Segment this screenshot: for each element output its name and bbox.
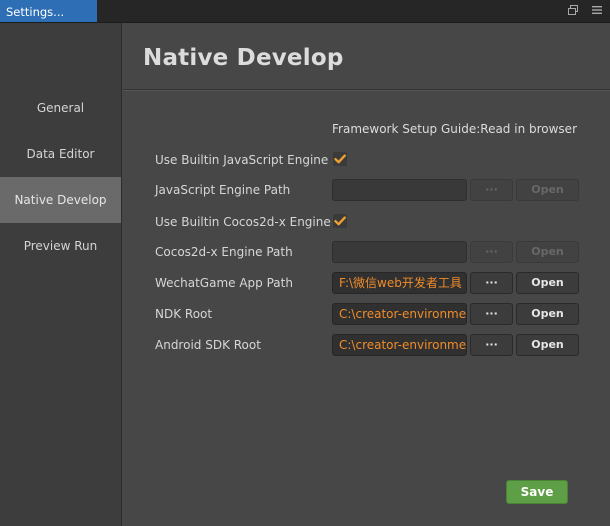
android-sdk-root-open-button[interactable]: Open: [516, 334, 579, 356]
checkmark-icon: [334, 154, 346, 164]
menu-icon[interactable]: [590, 4, 604, 18]
settings-tab[interactable]: Settings...: [0, 0, 97, 22]
restore-icon[interactable]: [566, 4, 580, 18]
js-engine-path-row: JavaScript Engine Path ··· Open: [123, 179, 610, 203]
wechat-app-path-label: WechatGame App Path: [155, 276, 293, 290]
sidebar-item-data-editor[interactable]: Data Editor: [0, 131, 121, 177]
framework-setup-guide-link[interactable]: Framework Setup Guide:Read in browser: [332, 122, 577, 136]
android-sdk-root-label: Android SDK Root: [155, 338, 261, 352]
sidebar-item-general[interactable]: General: [0, 85, 121, 131]
builtin-cocos-engine-checkbox[interactable]: [333, 214, 347, 228]
js-engine-path-browse-button: ···: [470, 179, 513, 201]
android-sdk-root-input[interactable]: C:\creator-environment: [332, 334, 467, 356]
ndk-root-input[interactable]: C:\creator-environment: [332, 303, 467, 325]
cocos-engine-path-input: [332, 241, 467, 263]
wechat-app-path-row: WechatGame App Path F:\微信web开发者工具 ··· Op…: [123, 272, 610, 296]
builtin-cocos-engine-label: Use Builtin Cocos2d-x Engine: [155, 215, 331, 229]
js-engine-path-input: [332, 179, 467, 201]
wechat-app-path-open-button[interactable]: Open: [516, 272, 579, 294]
settings-sidebar: General Data Editor Native Develop Previ…: [0, 23, 122, 526]
builtin-js-engine-label: Use Builtin JavaScript Engine: [155, 153, 329, 167]
builtin-js-engine-row: Use Builtin JavaScript Engine: [123, 149, 610, 173]
title-divider: [123, 89, 610, 91]
checkmark-icon: [334, 216, 346, 226]
sidebar-item-native-develop[interactable]: Native Develop: [0, 177, 121, 223]
settings-window: Settings... General Data Editor Native D…: [0, 0, 610, 526]
ndk-root-label: NDK Root: [155, 307, 213, 321]
android-sdk-root-row: Android SDK Root C:\creator-environment …: [123, 334, 610, 358]
cocos-engine-path-open-button: Open: [516, 241, 579, 263]
title-bar: Settings...: [0, 0, 610, 23]
save-button[interactable]: Save: [506, 480, 568, 504]
cocos-engine-path-browse-button: ···: [470, 241, 513, 263]
page-title: Native Develop: [143, 45, 344, 71]
cocos-engine-path-label: Cocos2d-x Engine Path: [155, 245, 293, 259]
cocos-engine-path-row: Cocos2d-x Engine Path ··· Open: [123, 241, 610, 265]
ndk-root-open-button[interactable]: Open: [516, 303, 579, 325]
ndk-root-row: NDK Root C:\creator-environment ··· Open: [123, 303, 610, 327]
builtin-cocos-engine-row: Use Builtin Cocos2d-x Engine: [123, 211, 610, 235]
wechat-app-path-browse-button[interactable]: ···: [470, 272, 513, 294]
settings-panel: Native Develop Framework Setup Guide:Rea…: [123, 23, 610, 526]
wechat-app-path-input[interactable]: F:\微信web开发者工具: [332, 272, 467, 294]
js-engine-path-label: JavaScript Engine Path: [155, 183, 291, 197]
android-sdk-root-browse-button[interactable]: ···: [470, 334, 513, 356]
builtin-js-engine-checkbox[interactable]: [333, 152, 347, 166]
js-engine-path-open-button: Open: [516, 179, 579, 201]
sidebar-item-preview-run[interactable]: Preview Run: [0, 223, 121, 269]
ndk-root-browse-button[interactable]: ···: [470, 303, 513, 325]
